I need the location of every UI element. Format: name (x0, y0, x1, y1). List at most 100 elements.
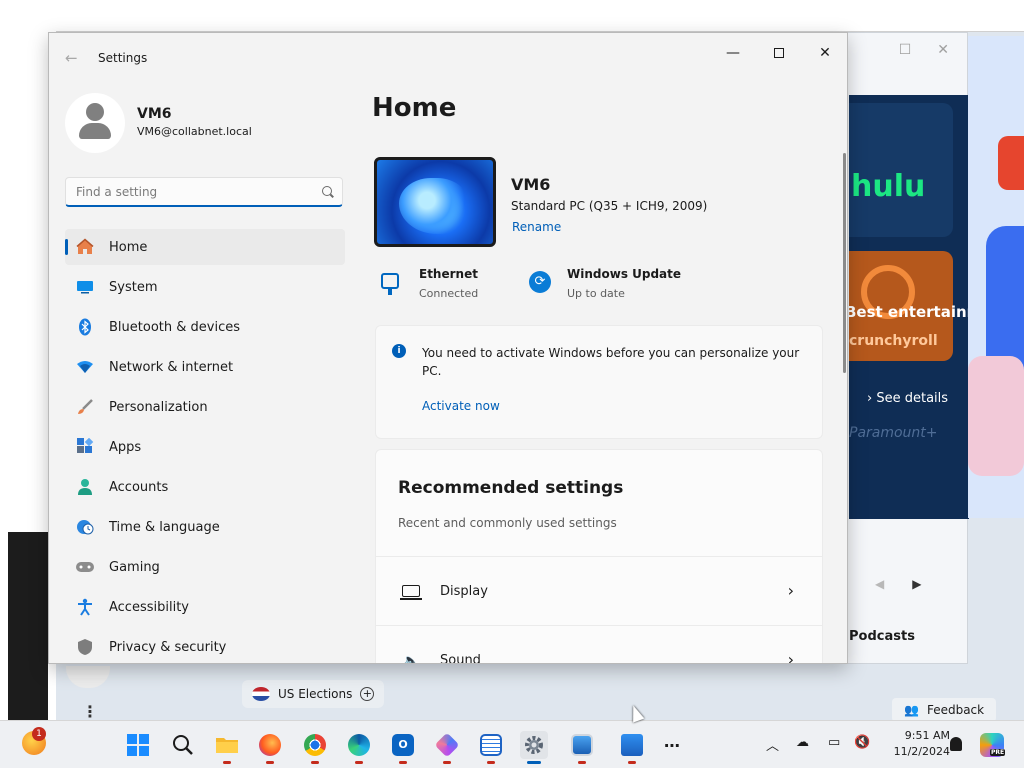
windows-logo-icon (127, 734, 149, 756)
store-restore-icon[interactable]: ☐ (899, 42, 912, 58)
ethernet-title: Ethernet (419, 267, 478, 281)
notepad-button[interactable] (477, 731, 505, 764)
copilot-app-button[interactable] (433, 731, 461, 764)
carousel-prev-icon[interactable]: ◀ (875, 577, 884, 591)
pc-wallpaper-thumbnail (374, 157, 496, 247)
sidebar-nav: Home System Bluetooth & devices Network … (65, 229, 345, 663)
content-scrollbar[interactable] (843, 153, 846, 373)
widget-icon (66, 666, 110, 688)
display-icon (400, 585, 422, 600)
activate-now-link[interactable]: Activate now (422, 399, 500, 413)
notification-badge: 1 (32, 727, 46, 741)
user-name: VM6 (137, 106, 172, 122)
crunchyroll-logo-text: crunchyroll (849, 333, 938, 349)
sidebar-item-accounts[interactable]: Accounts (65, 469, 345, 505)
close-button[interactable]: ✕ (803, 37, 847, 69)
bell-icon[interactable] (950, 737, 962, 751)
person-icon-body (79, 123, 111, 139)
see-details-link[interactable]: › See details (867, 391, 948, 406)
taskbar-search-button[interactable] (169, 731, 197, 759)
recommended-item-sound[interactable]: 🔈 Sound › (376, 625, 822, 664)
minimize-button[interactable]: — (711, 37, 755, 69)
search-icon[interactable] (322, 186, 332, 196)
chrome-button[interactable] (301, 731, 329, 764)
sidebar-item-label: Personalization (109, 399, 208, 415)
settings-taskbar-button[interactable] (520, 731, 548, 764)
clock-time: 9:51 AM (904, 729, 950, 742)
carousel-next-icon[interactable]: ▶ (912, 577, 921, 591)
sidebar-item-time-language[interactable]: Time & language (65, 509, 345, 545)
plus-circle-icon[interactable]: + (360, 687, 375, 701)
chrome-icon (304, 734, 326, 756)
sidebar-item-accessibility[interactable]: Accessibility (65, 589, 345, 625)
info-icon: i (392, 344, 406, 358)
recommended-subtitle: Recent and commonly used settings (398, 516, 617, 530)
maximize-icon (774, 48, 784, 58)
outlook-icon: O (392, 734, 414, 756)
rdp-button[interactable] (568, 731, 596, 764)
home-icon (75, 237, 95, 257)
sidebar-item-label: Gaming (109, 559, 160, 575)
sidebar-item-personalization[interactable]: Personalization (65, 389, 345, 425)
edge-button[interactable] (345, 731, 373, 764)
running-indicator (266, 761, 274, 764)
monitor-icon (75, 277, 95, 297)
sidebar-item-network[interactable]: Network & internet (65, 349, 345, 385)
store-button[interactable] (618, 731, 646, 764)
feedback-label: Feedback (926, 703, 985, 717)
back-arrow-icon[interactable]: ← (65, 49, 78, 67)
sidebar-item-privacy-security[interactable]: Privacy & security (65, 629, 345, 663)
news-chip[interactable]: US Elections + (242, 680, 385, 708)
recommended-item-display[interactable]: Display › (376, 556, 822, 624)
speaker-muted-icon[interactable]: 🔇 (854, 735, 870, 750)
apps-icon (75, 437, 95, 457)
sidebar-item-gaming[interactable]: Gaming (65, 549, 345, 585)
store-hero-banner[interactable]: hulu crunchyroll Best entertainment apps… (849, 95, 969, 519)
avatar[interactable] (65, 93, 125, 153)
pc-name: VM6 (511, 175, 551, 194)
search-box[interactable] (65, 177, 343, 207)
store-close-icon[interactable]: ✕ (937, 42, 949, 58)
remote-desktop-icon (571, 734, 593, 756)
search-input[interactable] (76, 183, 306, 201)
cloud-offline-icon[interactable]: ☁ (796, 735, 809, 750)
overflow-button[interactable]: ⋯ (658, 731, 686, 759)
clock[interactable]: 9:51 AM 11/2/2024 (880, 728, 950, 760)
rename-link[interactable]: Rename (512, 220, 561, 234)
feedback-icon: 👥 (904, 703, 919, 717)
running-indicator (527, 761, 541, 764)
minimize-icon: — (726, 45, 740, 61)
sidebar-item-bluetooth[interactable]: Bluetooth & devices (65, 309, 345, 345)
sidebar-item-system[interactable]: System (65, 269, 345, 305)
decorative-shape (968, 356, 1024, 476)
file-explorer-button[interactable] (213, 731, 241, 764)
hulu-tile[interactable]: hulu (849, 103, 953, 237)
more-options-icon[interactable]: ⋮ (82, 702, 98, 721)
sidebar-item-home[interactable]: Home (65, 229, 345, 265)
sidebar-item-apps[interactable]: Apps (65, 429, 345, 465)
network-icon[interactable]: ▭ (828, 735, 840, 750)
chevron-up-icon[interactable]: ︿ (766, 735, 779, 754)
us-flag-icon (252, 687, 270, 701)
start-button[interactable] (124, 731, 152, 759)
sidebar-item-label: Apps (109, 439, 142, 455)
brush-icon (75, 397, 95, 417)
chevron-right-icon: › (787, 650, 794, 664)
running-indicator (578, 761, 586, 764)
speaker-icon: 🔈 (402, 652, 421, 664)
feedback-button[interactable]: 👥 Feedback (892, 698, 997, 722)
background-window-left-dark (8, 532, 48, 720)
maximize-button[interactable] (757, 37, 801, 69)
news-chip-label: US Elections (278, 687, 353, 701)
outlook-button[interactable]: O (389, 731, 417, 764)
windows-bloom-image (399, 178, 469, 234)
taskbar: 1 O ⋯ ︿ ☁ ▭ 🔇 9:51 AM 11/2/2024 PRE (0, 720, 1024, 768)
close-icon: ✕ (819, 45, 831, 61)
running-indicator (399, 761, 407, 764)
store-bag-icon (621, 734, 643, 756)
ethernet-subtitle: Connected (419, 287, 479, 300)
activation-message: You need to activate Windows before you … (422, 346, 800, 378)
page-title: Home (372, 93, 457, 123)
sidebar-item-label: Time & language (109, 519, 220, 535)
firefox-button[interactable] (256, 731, 284, 764)
